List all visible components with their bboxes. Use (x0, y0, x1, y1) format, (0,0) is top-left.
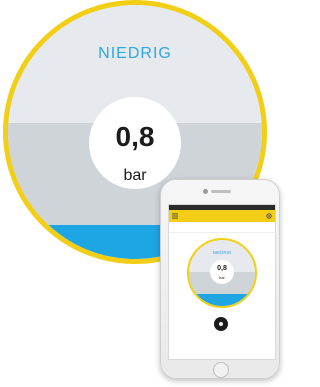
smartphone: NIEDRIG 0,8 bar (160, 179, 280, 379)
mini-pressure-gauge: NIEDRIG 0,8 bar (187, 238, 257, 308)
gauge-value: 0,8 (115, 121, 155, 152)
record-button[interactable] (214, 317, 228, 331)
speaker-grille (211, 190, 231, 193)
gauge-value-disc: 0,8 bar (89, 97, 181, 189)
home-button[interactable] (213, 362, 229, 378)
mini-gauge-value-disc: 0,8 bar (210, 260, 234, 284)
mini-gauge-level-label: NIEDRIG (212, 250, 232, 255)
mini-gauge-unit: bar (219, 275, 225, 280)
gauge-level-label: NIEDRIG (98, 45, 172, 62)
phone-screen: NIEDRIG 0,8 bar (168, 204, 276, 360)
gear-icon[interactable] (266, 213, 272, 219)
app-bar (169, 210, 275, 222)
record-icon (219, 322, 223, 326)
camera-icon (203, 189, 208, 194)
mini-gauge-band-low (189, 294, 255, 306)
tab-bar (169, 222, 275, 233)
mini-gauge-value: 0,8 (217, 265, 227, 272)
stage: NIEDRIG 0,8 bar NIEDRIG 0,8 bar (0, 0, 285, 387)
menu-icon[interactable] (172, 213, 178, 219)
